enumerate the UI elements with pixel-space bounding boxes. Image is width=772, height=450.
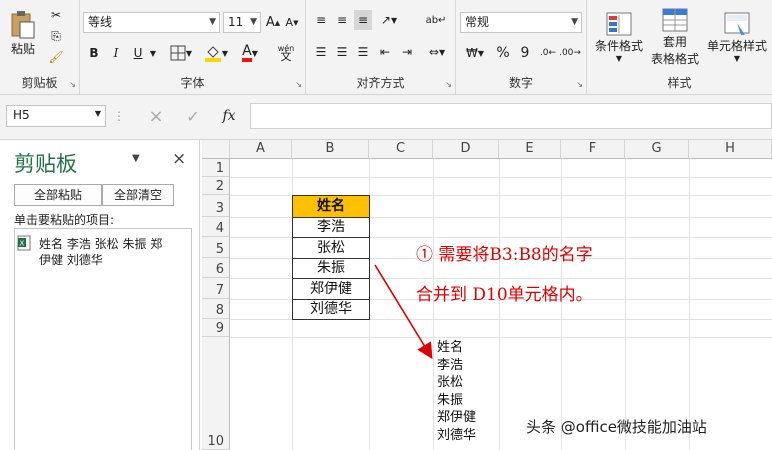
annotation-arrow xyxy=(374,264,433,360)
watermark: 头条 @office微技能加油站 xyxy=(526,418,707,436)
